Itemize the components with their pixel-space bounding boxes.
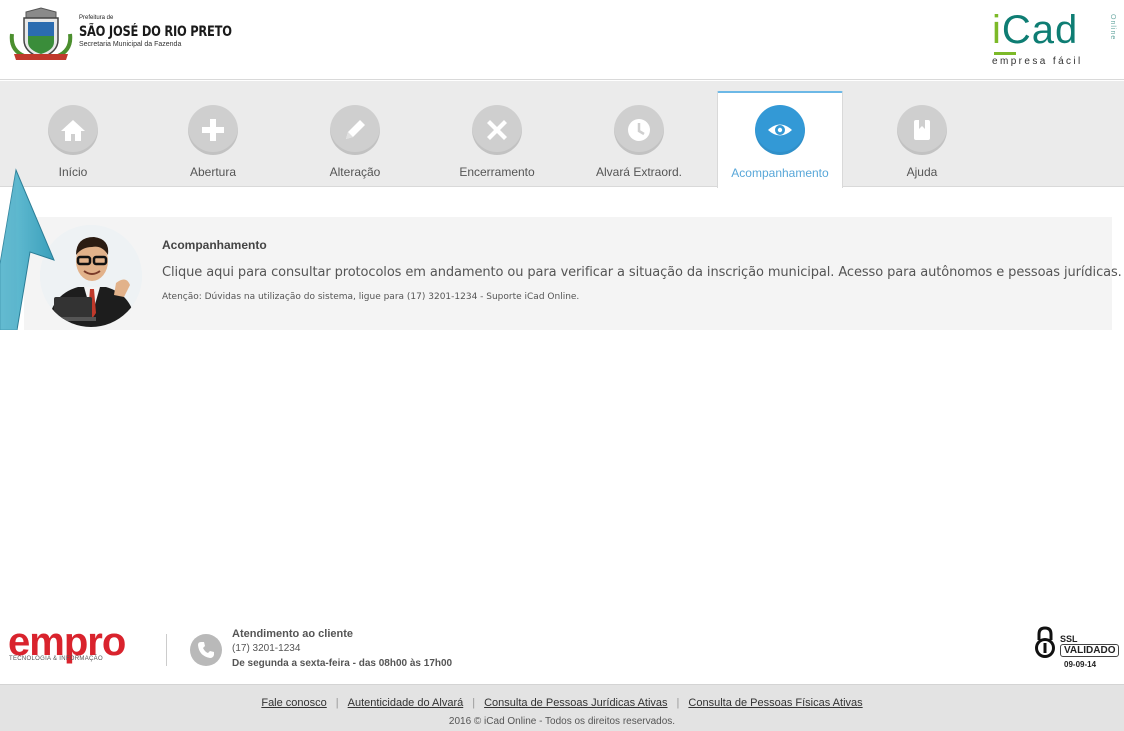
acompanhamento-card[interactable]: Acompanhamento Clique aqui para consulta… <box>24 217 1122 330</box>
tab-ajuda[interactable]: Ajuda <box>859 81 985 187</box>
tab-label: Ajuda <box>906 165 938 179</box>
tab-alteracao[interactable]: Alteração <box>292 81 418 187</box>
plus-icon <box>188 105 238 155</box>
link-pessoas-juridicas[interactable]: Consulta de Pessoas Jurídicas Ativas <box>484 697 667 709</box>
main-nav: Início Abertura Alteração Encerramento A… <box>0 81 1124 188</box>
contact-phone: (17) 3201-1234 <box>232 643 301 654</box>
city-name: SÃO JOSÉ DO RIO PRETO <box>79 24 232 40</box>
icad-tagline: empresa fácil <box>992 56 1083 67</box>
footer-divider <box>166 634 167 666</box>
card-support-note: Atenção: Dúvidas na utilização do sistem… <box>162 292 580 302</box>
tab-label: Acompanhamento <box>731 166 829 180</box>
link-pessoas-fisicas[interactable]: Consulta de Pessoas Físicas Ativas <box>688 697 862 709</box>
tab-encerramento[interactable]: Encerramento <box>434 81 560 187</box>
icad-logo[interactable]: iCad empresa fácil Online <box>992 8 1116 67</box>
eye-icon <box>755 105 805 155</box>
ssl-seal[interactable]: SSL VALIDADO 09-09-14 <box>1030 624 1120 672</box>
tab-label: Encerramento <box>459 165 535 179</box>
empro-logo[interactable]: empro TECNOLOGIA & INFORMAÇÃO <box>8 620 140 668</box>
footer-links: Fale conosco | Autenticidade do Alvará | Con… <box>261 697 863 709</box>
footer-bar: Fale conosco | Autenticidade do Alvará | Con… <box>0 684 1124 731</box>
prefeitura-label: Prefeitura de <box>79 15 114 21</box>
tab-label: Alteração <box>329 165 381 179</box>
link-fale-conosco[interactable]: Fale conosco <box>261 697 326 709</box>
card-title: Acompanhamento <box>162 238 267 252</box>
close-icon <box>472 105 522 155</box>
lock-icon <box>1035 626 1055 658</box>
ssl-label: SSL <box>1060 634 1078 644</box>
city-crest-logo <box>9 7 73 60</box>
clock-icon <box>614 105 664 155</box>
tab-abertura[interactable]: Abertura <box>150 81 276 187</box>
phone-icon <box>190 634 222 666</box>
contact-title: Atendimento ao cliente <box>232 628 354 640</box>
icad-wordmark: iCad <box>992 8 1079 52</box>
tab-label: Alvará Extraord. <box>595 165 683 179</box>
header: Prefeitura de SÃO JOSÉ DO RIO PRETO Secr… <box>0 0 1124 80</box>
icad-underline <box>994 52 1016 55</box>
ssl-validated: VALIDADO <box>1060 644 1120 657</box>
icad-online-label: Online <box>1109 14 1116 41</box>
copyright: 2016 © iCad Online - Todos os direitos r… <box>448 716 676 727</box>
secretaria-name: Secretaria Municipal da Fazenda <box>79 41 182 48</box>
home-icon <box>48 105 98 155</box>
ssl-date: 09-09-14 <box>1064 660 1097 669</box>
contact-hours: De segunda a sexta-feira - das 08h00 às … <box>232 658 453 669</box>
card-description: Clique aqui para consultar protocolos em… <box>162 265 1122 280</box>
arrow-pointer-icon <box>0 168 55 330</box>
tab-alvara-extraord[interactable]: Alvará Extraord. <box>576 81 702 187</box>
book-icon <box>897 105 947 155</box>
tab-label: Abertura <box>189 165 237 179</box>
empro-tagline: TECNOLOGIA & INFORMAÇÃO <box>9 656 103 662</box>
pencil-icon <box>330 105 380 155</box>
link-autenticidade-alvara[interactable]: Autenticidade do Alvará <box>348 697 464 709</box>
tab-acompanhamento[interactable]: Acompanhamento <box>717 91 843 188</box>
